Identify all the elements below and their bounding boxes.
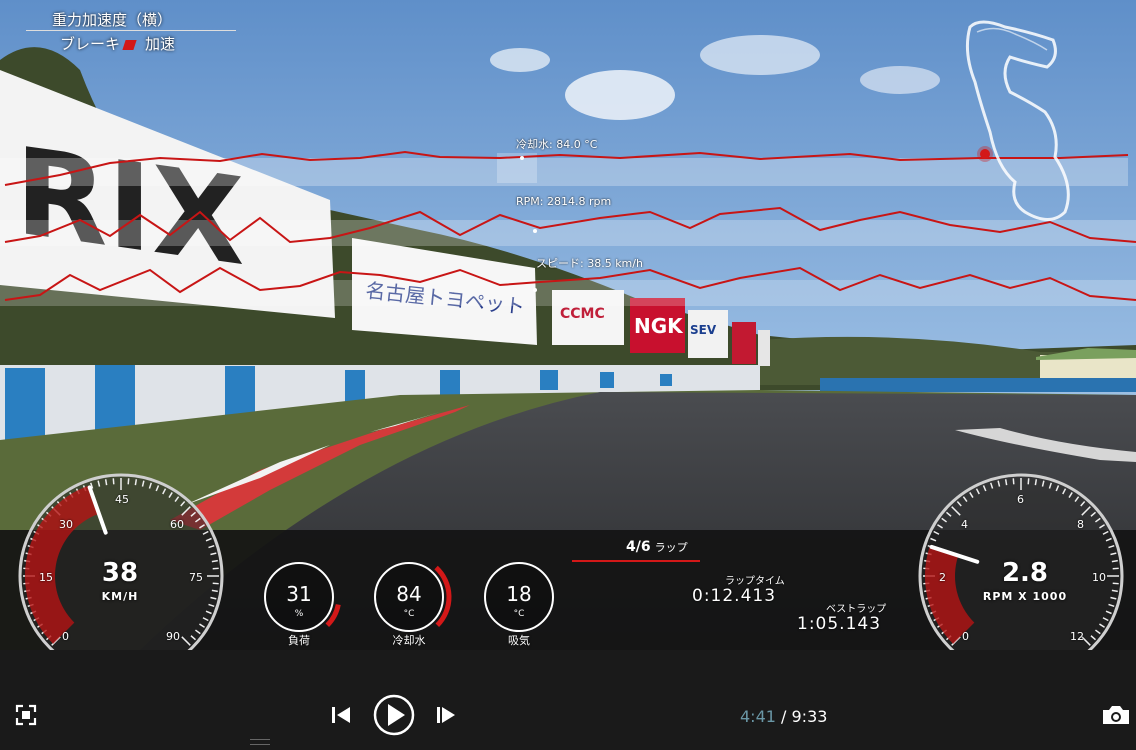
total-time: 9:33: [791, 707, 828, 726]
next-icon[interactable]: [434, 704, 458, 726]
fullscreen-icon[interactable]: [15, 704, 37, 726]
best-lap-label: ベストラップ: [826, 604, 887, 615]
ring-arcs: [325, 565, 452, 628]
lap-time-label: ラップタイム: [725, 576, 785, 587]
lap-time-value: 0:12.413: [692, 586, 777, 606]
coolant-ring-arc: [434, 565, 452, 628]
lap-count-suffix: ラップ: [654, 541, 688, 554]
lap-count: 4/6: [626, 539, 651, 555]
previous-icon[interactable]: [330, 704, 354, 726]
best-lap-value: 1:05.143: [797, 614, 882, 634]
player-controls: 4:41 / 9:33: [0, 650, 1136, 750]
playback-time: 4:41 / 9:33: [740, 707, 827, 726]
play-icon[interactable]: [372, 693, 416, 737]
video-frame: RIX 名古屋トヨペット CCMC NGK SEV 重力加速度（横） ブレーキ …: [0, 0, 1136, 650]
camera-icon[interactable]: [1101, 704, 1131, 726]
resize-handle[interactable]: [250, 739, 270, 745]
current-time: 4:41: [740, 707, 776, 726]
lap-divider: [572, 560, 700, 562]
lap-counter: 4/6 ラップ: [626, 539, 688, 555]
time-separator: /: [775, 707, 792, 726]
load-ring-arc: [325, 603, 341, 628]
